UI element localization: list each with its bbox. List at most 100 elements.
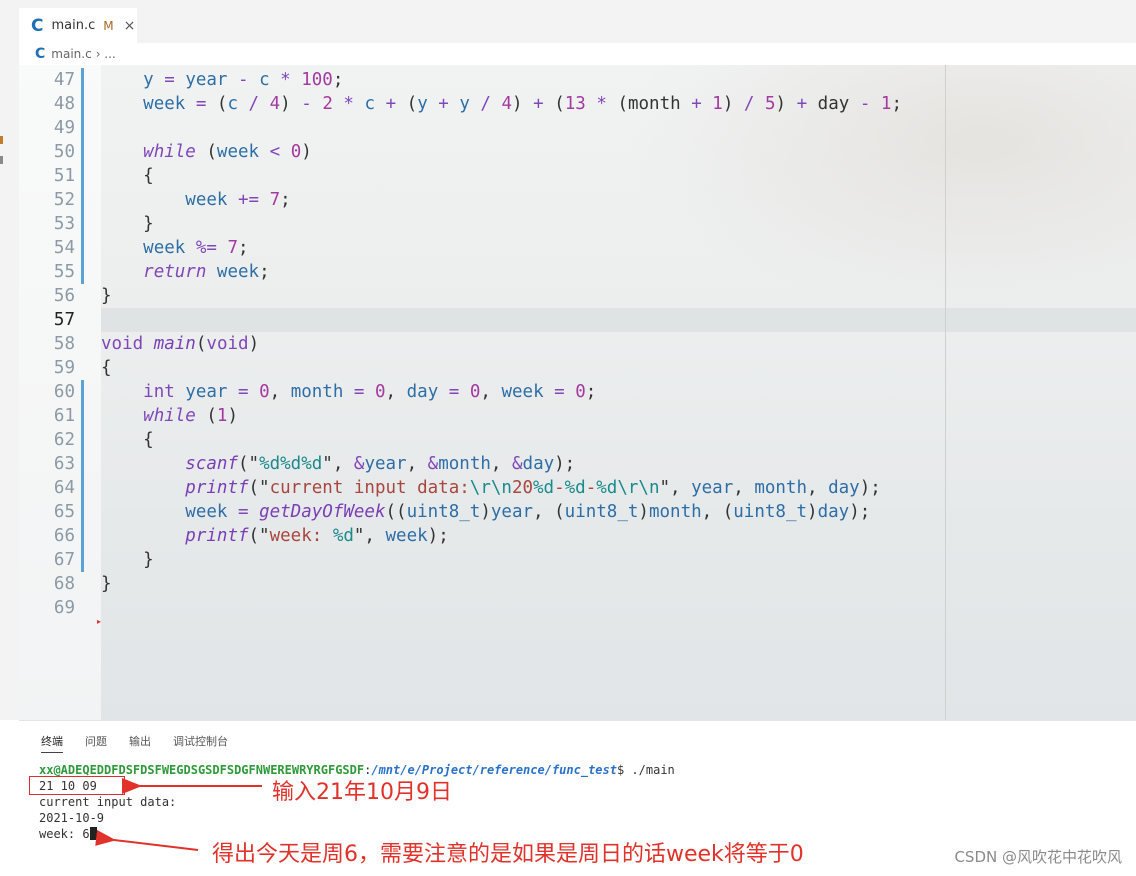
code-line[interactable]: 52 week += 7; [19, 188, 1136, 212]
code-token: while [143, 142, 196, 162]
code-token: year [185, 382, 228, 402]
code-line[interactable]: 59 { [19, 356, 1136, 380]
code-line[interactable]: 69 [19, 596, 1136, 620]
code-token: 0 [575, 382, 586, 402]
code-token: - [849, 94, 881, 114]
code-token: day [817, 94, 850, 114]
code-token: ( [195, 406, 217, 426]
code-token: 0 [375, 382, 386, 402]
tab-debug-console[interactable]: 调试控制台 [173, 733, 228, 753]
code-line[interactable]: 65 week = getDayOfWeek((uint8_t)year, (u… [19, 500, 1136, 524]
code-line[interactable]: 58 void main(void) [19, 332, 1136, 356]
code-token: - [227, 70, 260, 90]
code-token: + [375, 94, 407, 114]
tab-main-c[interactable]: C main.c M × [19, 7, 137, 43]
tab-terminal[interactable]: 终端 [41, 733, 63, 753]
code-line[interactable]: 54 week %= 7; [19, 236, 1136, 260]
code-text: week = (c / 4) - 2 * c + (y + y / 4) + (… [101, 92, 902, 116]
code-token: , ( [701, 502, 734, 522]
code-token: %d\r\n [596, 478, 660, 498]
breadcrumb-file[interactable]: main.c [51, 47, 91, 61]
code-line[interactable]: 53 } [19, 212, 1136, 236]
code-line[interactable]: 50 while (week < 0) [19, 140, 1136, 164]
code-line[interactable]: 61 while (1) [19, 404, 1136, 428]
code-line[interactable]: 68} [19, 572, 1136, 596]
code-line[interactable]: 64 printf("current input data:\r\n20%d-%… [19, 476, 1136, 500]
code-line[interactable]: 62 { [19, 428, 1136, 452]
code-token: year [490, 502, 534, 522]
line-number: 69 [53, 598, 75, 618]
code-line[interactable]: 67 } [19, 548, 1136, 572]
line-number: 61 [53, 406, 75, 426]
code-token: month [290, 382, 344, 402]
code-token: , [269, 382, 291, 402]
line-number: 55 [53, 262, 75, 282]
close-icon[interactable]: × [124, 18, 136, 34]
code-token: year [691, 478, 734, 498]
terminal-command: $ ./main [616, 763, 675, 777]
line-number: 53 [53, 214, 75, 234]
code-token: void [101, 334, 144, 354]
code-line[interactable]: 48 week = (c / 4) - 2 * c + (y + y / 4) … [19, 92, 1136, 116]
code-line[interactable]: 51 { [19, 164, 1136, 188]
line-number: 50 [53, 142, 75, 162]
code-token: = [227, 382, 260, 402]
code-token: = [227, 502, 260, 522]
code-line[interactable]: 47 y = year - c * 100; [19, 68, 1136, 92]
line-number: 47 [53, 70, 75, 90]
code-token: printf [185, 478, 249, 498]
tab-problems[interactable]: 问题 [85, 733, 107, 753]
code-line[interactable]: 56} [19, 284, 1136, 308]
code-text: } [101, 572, 112, 596]
code-token: (" [248, 526, 270, 546]
code-token: ; [259, 262, 270, 282]
code-line[interactable]: 55 return week; [19, 260, 1136, 284]
code-token: 4 [269, 94, 281, 114]
code-token: } [101, 574, 112, 594]
code-line[interactable]: 57 [19, 308, 1136, 332]
code-editor[interactable]: 47 y = year - c * 100; 48 week = (c / 4) … [19, 65, 1136, 720]
code-token: 13 [564, 94, 586, 114]
breadcrumb[interactable]: C main.c › ... [19, 43, 1136, 65]
code-text: return week; [101, 260, 270, 284]
breadcrumb-trail[interactable]: › ... [96, 47, 116, 61]
line-number: 66 [53, 526, 75, 546]
code-token: 5 [764, 94, 776, 114]
code-line[interactable]: 63 scanf("%d%d%d", &year, &month, &day); [19, 452, 1136, 476]
line-number: 68 [53, 574, 75, 594]
code-token: 20 [511, 478, 534, 498]
code-token: ); [849, 502, 871, 522]
terminal-cursor [89, 827, 97, 840]
line-number: 51 [53, 166, 75, 186]
code-token: uint8_t [406, 502, 481, 522]
activity-bar [0, 0, 20, 720]
line-number: 56 [53, 286, 75, 306]
code-line[interactable]: 60 int year = 0, month = 0, day = 0, wee… [19, 380, 1136, 404]
code-token: = [153, 70, 186, 90]
tab-file-name: main.c [51, 18, 96, 33]
code-token: week [501, 382, 544, 402]
code-token: %d%d%d [259, 454, 323, 474]
code-token: / [238, 94, 270, 114]
code-token: / [733, 94, 765, 114]
code-line[interactable]: 66 printf("week: %d", week); [19, 524, 1136, 548]
code-text: week %= 7; [101, 236, 248, 260]
code-token: ) [722, 94, 734, 114]
code-token: uint8_t [733, 502, 808, 522]
tab-output[interactable]: 输出 [129, 733, 151, 753]
code-token: & [511, 454, 523, 474]
code-line[interactable]: 49 [19, 116, 1136, 140]
explorer-marker [0, 136, 3, 144]
code-token: } [101, 214, 154, 234]
code-token: ) [227, 406, 239, 426]
code-token: c [259, 70, 270, 90]
terminal-line: week: 6 [39, 827, 90, 841]
code-token: ( [195, 334, 207, 354]
